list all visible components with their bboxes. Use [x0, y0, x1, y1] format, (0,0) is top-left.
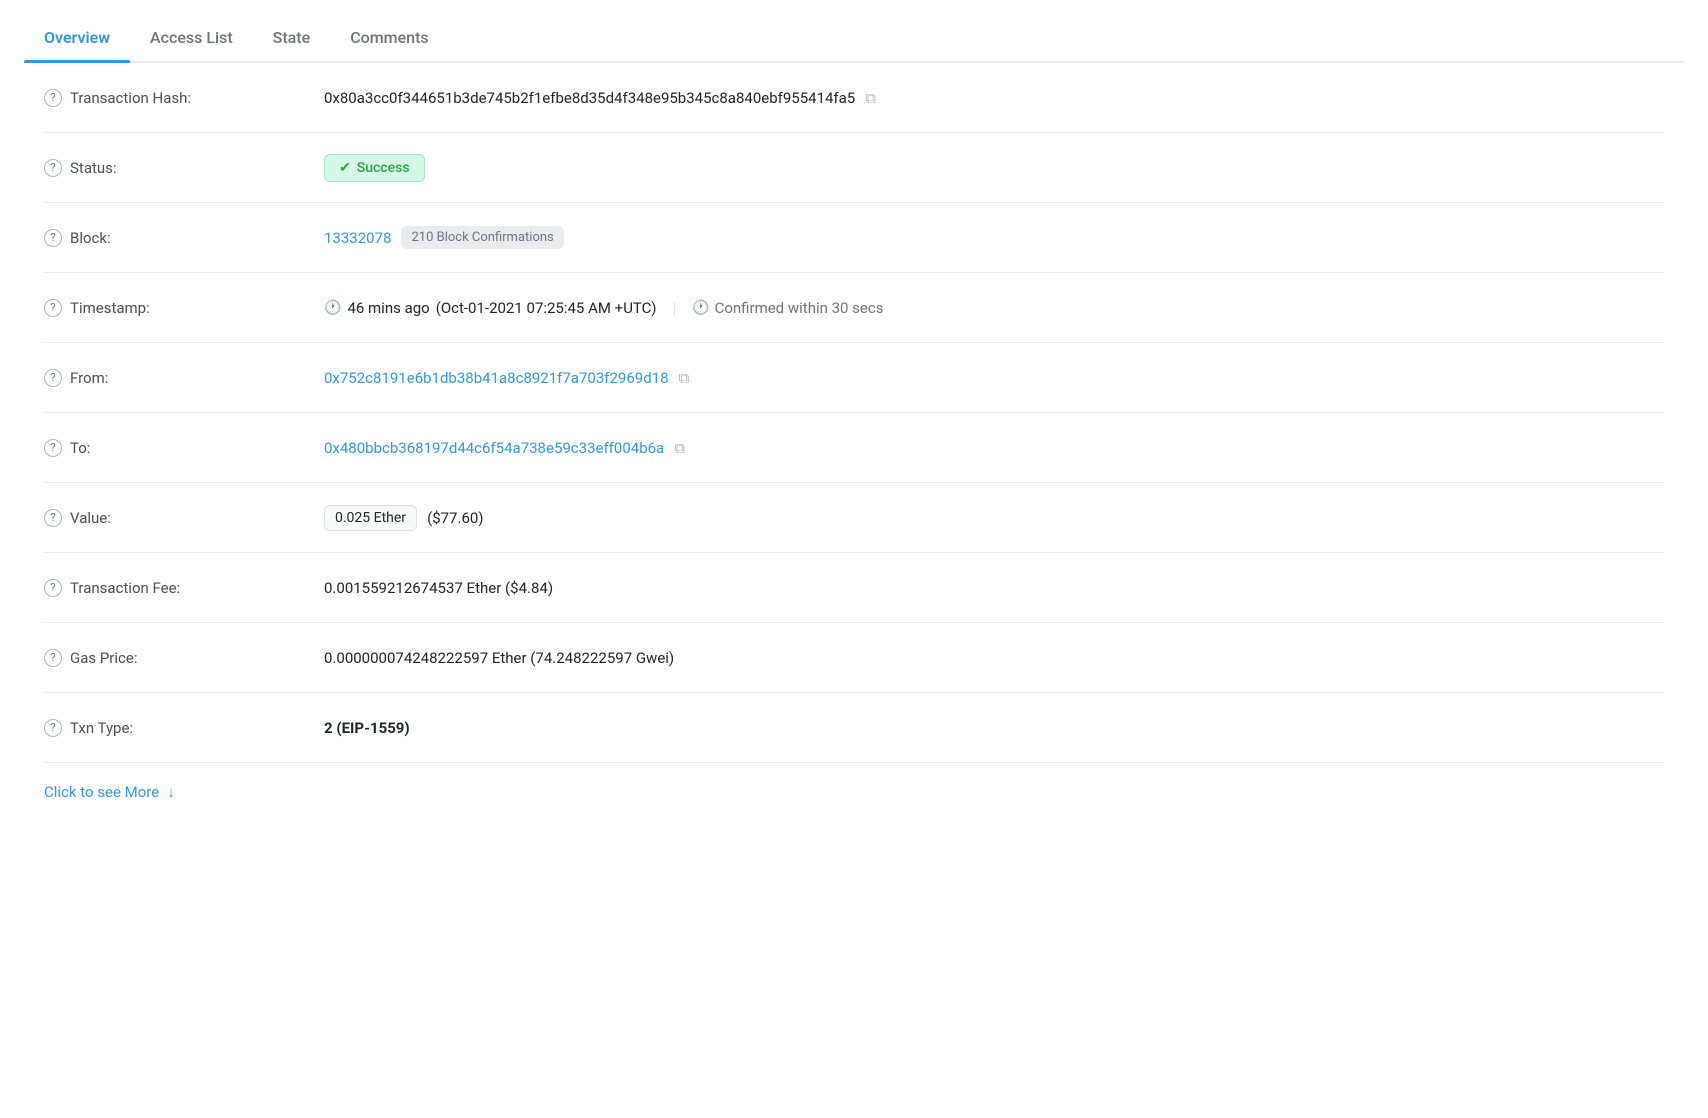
label-value: ? Value:: [44, 509, 324, 527]
help-icon-gas[interactable]: ?: [44, 649, 62, 667]
help-icon-txn-type[interactable]: ?: [44, 719, 62, 737]
row-from: ? From: 0x752c8191e6b1db38b41a8c8921f7a7…: [44, 343, 1664, 413]
usd-value: ($77.60): [427, 509, 483, 527]
tab-overview[interactable]: Overview: [24, 16, 130, 61]
help-icon-fee[interactable]: ?: [44, 579, 62, 597]
label-from: ? From:: [44, 369, 324, 387]
value-transaction-fee: 0.001559212674537 Ether ($4.84): [324, 579, 1664, 597]
value-gas-price: 0.000000074248222597 Ether (74.248222597…: [324, 649, 1664, 667]
txn-type-value: 2 (EIP-1559): [324, 719, 410, 737]
row-gas-price: ? Gas Price: 0.000000074248222597 Ether …: [44, 623, 1664, 693]
check-icon: ✔: [339, 160, 351, 176]
info-clock-icon: 🕐: [692, 300, 709, 316]
label-to: ? To:: [44, 439, 324, 457]
ether-amount-badge: 0.025 Ether: [324, 505, 417, 531]
help-icon-value[interactable]: ?: [44, 509, 62, 527]
tab-comments[interactable]: Comments: [330, 16, 448, 61]
block-number-link[interactable]: 13332078: [324, 229, 391, 247]
pipe-divider: |: [672, 299, 676, 317]
tab-access-list[interactable]: Access List: [130, 16, 253, 61]
label-block: ? Block:: [44, 229, 324, 247]
label-txn-type: ? Txn Type:: [44, 719, 324, 737]
value-to: 0x480bbcb368197d44c6f54a738e59c33eff004b…: [324, 439, 1664, 457]
row-status: ? Status: ✔ Success: [44, 133, 1664, 203]
confirmed-text: 🕐 Confirmed within 30 secs: [692, 299, 883, 317]
value-from: 0x752c8191e6b1db38b41a8c8921f7a703f2969d…: [324, 369, 1664, 387]
value-txn-type: 2 (EIP-1559): [324, 719, 1664, 737]
label-gas-price: ? Gas Price:: [44, 649, 324, 667]
help-icon-block[interactable]: ?: [44, 229, 62, 247]
tab-state[interactable]: State: [253, 16, 331, 61]
value-block: 13332078 210 Block Confirmations: [324, 226, 1664, 249]
help-icon-timestamp[interactable]: ?: [44, 299, 62, 317]
label-timestamp: ? Timestamp:: [44, 299, 324, 317]
value-transaction-hash: 0x80a3cc0f344651b3de745b2f1efbe8d35d4f34…: [324, 89, 1664, 107]
label-status: ? Status:: [44, 159, 324, 177]
row-to: ? To: 0x480bbcb368197d44c6f54a738e59c33e…: [44, 413, 1664, 483]
label-transaction-fee: ? Transaction Fee:: [44, 579, 324, 597]
row-transaction-hash: ? Transaction Hash: 0x80a3cc0f344651b3de…: [44, 63, 1664, 133]
row-timestamp: ? Timestamp: 🕐 46 mins ago (Oct-01-2021 …: [44, 273, 1664, 343]
tx-hash-value: 0x80a3cc0f344651b3de745b2f1efbe8d35d4f34…: [324, 89, 855, 107]
value-value: 0.025 Ether ($77.60): [324, 505, 1664, 531]
row-txn-type: ? Txn Type: 2 (EIP-1559): [44, 693, 1664, 763]
click-more-link[interactable]: Click to see More ↓: [44, 763, 1664, 817]
row-transaction-fee: ? Transaction Fee: 0.001559212674537 Eth…: [44, 553, 1664, 623]
arrow-down-icon: ↓: [167, 783, 175, 801]
row-value: ? Value: 0.025 Ether ($77.60): [44, 483, 1664, 553]
row-block: ? Block: 13332078 210 Block Confirmation…: [44, 203, 1664, 273]
clock-icon: 🕐: [324, 300, 341, 316]
label-transaction-hash: ? Transaction Hash:: [44, 89, 324, 107]
tab-bar: Overview Access List State Comments: [24, 0, 1684, 63]
value-timestamp: 🕐 46 mins ago (Oct-01-2021 07:25:45 AM +…: [324, 299, 1664, 317]
from-address-link[interactable]: 0x752c8191e6b1db38b41a8c8921f7a703f2969d…: [324, 369, 669, 387]
overview-content: ? Transaction Hash: 0x80a3cc0f344651b3de…: [24, 63, 1684, 817]
status-badge: ✔ Success: [324, 154, 425, 182]
timestamp-text: 🕐 46 mins ago (Oct-01-2021 07:25:45 AM +…: [324, 299, 656, 317]
help-icon-to[interactable]: ?: [44, 439, 62, 457]
help-icon-status[interactable]: ?: [44, 159, 62, 177]
confirmations-badge: 210 Block Confirmations: [401, 226, 563, 249]
value-status: ✔ Success: [324, 154, 1664, 182]
copy-to-icon[interactable]: ⧉: [674, 439, 685, 457]
copy-tx-hash-icon[interactable]: ⧉: [865, 89, 876, 107]
to-address-link[interactable]: 0x480bbcb368197d44c6f54a738e59c33eff004b…: [324, 439, 664, 457]
help-icon-from[interactable]: ?: [44, 369, 62, 387]
copy-from-icon[interactable]: ⧉: [679, 369, 690, 387]
help-icon-tx-hash[interactable]: ?: [44, 89, 62, 107]
